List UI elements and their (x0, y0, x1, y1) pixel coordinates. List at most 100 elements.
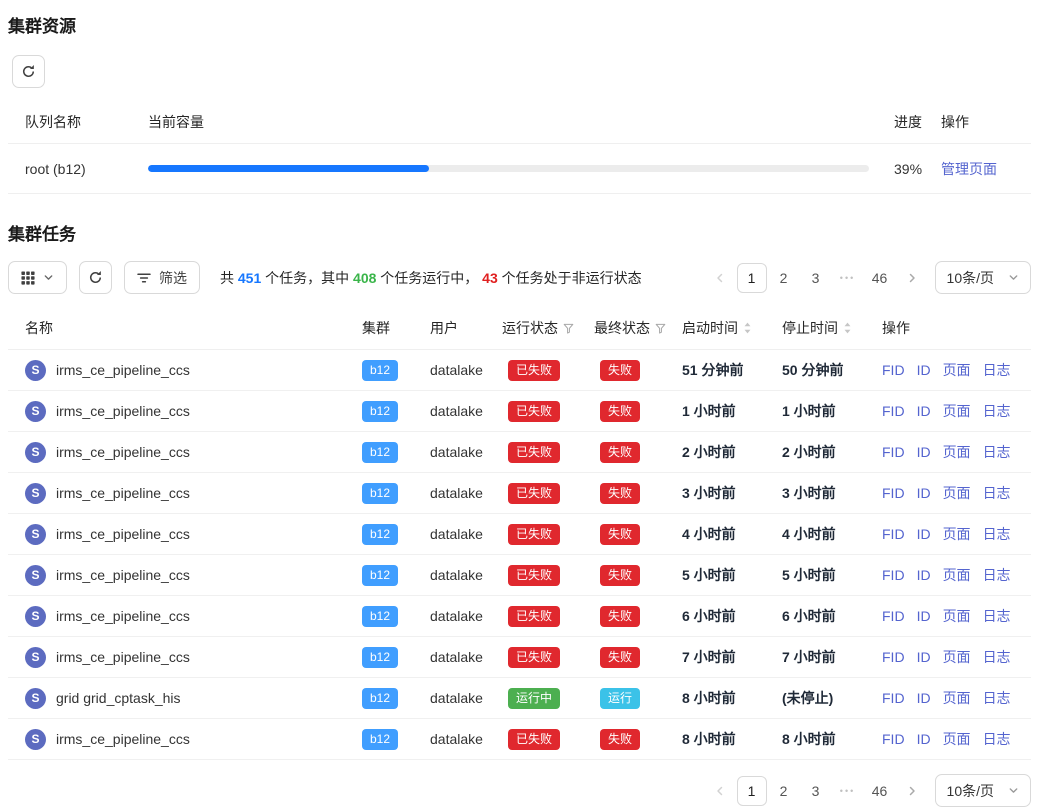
pagination-next[interactable] (897, 263, 927, 293)
task-name: irms_ce_pipeline_ccs (56, 403, 190, 419)
refresh-icon (21, 64, 36, 79)
filter-funnel-icon[interactable] (563, 323, 574, 334)
action-link-fid[interactable]: FID (882, 403, 905, 419)
action-link-log[interactable]: 日志 (983, 647, 1011, 667)
pagination-page-3[interactable]: 3 (801, 263, 831, 293)
action-link-id[interactable]: ID (917, 731, 931, 747)
action-link-fid[interactable]: FID (882, 485, 905, 501)
cluster-badge: b12 (362, 606, 398, 627)
action-link-id[interactable]: ID (917, 485, 931, 501)
page-size-select[interactable]: 10条/页 (935, 774, 1031, 807)
action-link-log[interactable]: 日志 (983, 360, 1011, 380)
action-link-fid[interactable]: FID (882, 362, 905, 378)
action-link-log[interactable]: 日志 (983, 401, 1011, 421)
stop-time: 2 小时前 (782, 442, 882, 462)
pagination-page-46[interactable]: 46 (865, 776, 895, 806)
action-link-id[interactable]: ID (917, 567, 931, 583)
action-link-log[interactable]: 日志 (983, 729, 1011, 749)
action-link-page[interactable]: 页面 (943, 688, 971, 708)
action-link-fid[interactable]: FID (882, 731, 905, 747)
capacity-progress-fill (148, 165, 429, 172)
action-link-log[interactable]: 日志 (983, 524, 1011, 544)
action-link-id[interactable]: ID (917, 649, 931, 665)
action-link-fid[interactable]: FID (882, 444, 905, 460)
action-link-page[interactable]: 页面 (943, 729, 971, 749)
action-link-page[interactable]: 页面 (943, 606, 971, 626)
row-actions: FID ID 页面日志 (882, 442, 1031, 462)
filter-funnel-icon[interactable] (655, 323, 666, 334)
stop-time: 4 小时前 (782, 524, 882, 544)
action-link-log[interactable]: 日志 (983, 565, 1011, 585)
cluster-badge: b12 (362, 401, 398, 422)
action-link-id[interactable]: ID (917, 362, 931, 378)
pagination-prev[interactable] (705, 776, 735, 806)
summary-text: 个任务，其中 (261, 270, 353, 286)
action-link-page[interactable]: 页面 (943, 483, 971, 503)
cluster-cell: b12 (362, 647, 430, 668)
cluster-cell: b12 (362, 606, 430, 627)
pagination-page-1[interactable]: 1 (737, 776, 767, 806)
pagination-bottom-row: 123•••46 10条/页 (8, 774, 1031, 807)
final-status-cell: 失败 (594, 442, 682, 463)
pagination-prev[interactable] (705, 263, 735, 293)
run-status-badge: 已失败 (508, 360, 560, 381)
cluster-cell: b12 (362, 442, 430, 463)
pagination-ellipsis[interactable]: ••• (833, 263, 863, 293)
sort-icon[interactable] (743, 321, 752, 335)
run-status-cell: 已失败 (502, 565, 594, 586)
action-link-id[interactable]: ID (917, 608, 931, 624)
action-link-fid[interactable]: FID (882, 608, 905, 624)
run-status-cell: 已失败 (502, 524, 594, 545)
action-link-id[interactable]: ID (917, 403, 931, 419)
action-link-log[interactable]: 日志 (983, 442, 1011, 462)
action-link-page[interactable]: 页面 (943, 647, 971, 667)
pagination-next[interactable] (897, 776, 927, 806)
pagination-page-2[interactable]: 2 (769, 776, 799, 806)
user-cell: datalake (430, 731, 502, 747)
tasks-refresh-button[interactable] (79, 261, 112, 294)
action-link-fid[interactable]: FID (882, 526, 905, 542)
start-time: 8 小时前 (682, 688, 782, 708)
action-link-page[interactable]: 页面 (943, 442, 971, 462)
action-link-log[interactable]: 日志 (983, 606, 1011, 626)
resources-table: 队列名称 当前容量 进度 操作 root (b12) 39% 管理页面 (8, 104, 1031, 194)
action-link-fid[interactable]: FID (882, 649, 905, 665)
sort-icon[interactable] (843, 321, 852, 335)
action-link-page[interactable]: 页面 (943, 360, 971, 380)
final-status-badge: 运行 (600, 688, 640, 709)
run-status-badge: 已失败 (508, 565, 560, 586)
action-link-fid[interactable]: FID (882, 567, 905, 583)
pagination-page-46[interactable]: 46 (865, 263, 895, 293)
action-link-id[interactable]: ID (917, 690, 931, 706)
action-link-page[interactable]: 页面 (943, 565, 971, 585)
final-status-badge: 失败 (600, 360, 640, 381)
filter-button[interactable]: 筛选 (124, 261, 200, 294)
action-link-id[interactable]: ID (917, 526, 931, 542)
pagination-page-3[interactable]: 3 (801, 776, 831, 806)
page-size-select[interactable]: 10条/页 (935, 261, 1031, 294)
manage-page-link[interactable]: 管理页面 (941, 161, 997, 177)
pagination-page-2[interactable]: 2 (769, 263, 799, 293)
pagination-ellipsis[interactable]: ••• (833, 776, 863, 806)
action-link-id[interactable]: ID (917, 444, 931, 460)
action-link-log[interactable]: 日志 (983, 483, 1011, 503)
action-link-page[interactable]: 页面 (943, 401, 971, 421)
task-name: grid grid_cptask_his (56, 690, 181, 706)
header-final-status-label: 最终状态 (594, 318, 650, 338)
resources-refresh-button[interactable] (12, 55, 45, 88)
avatar: S (25, 483, 46, 504)
task-name: irms_ce_pipeline_ccs (56, 567, 190, 583)
final-status-cell: 失败 (594, 565, 682, 586)
cluster-badge: b12 (362, 442, 398, 463)
pagination-page-1[interactable]: 1 (737, 263, 767, 293)
action-link-log[interactable]: 日志 (983, 688, 1011, 708)
action-link-page[interactable]: 页面 (943, 524, 971, 544)
summary-text: 个任务处于非运行状态 (498, 270, 642, 286)
layout-dropdown-button[interactable] (8, 261, 67, 294)
action-link-fid[interactable]: FID (882, 690, 905, 706)
task-row: S grid grid_cptask_his b12 datalake 运行中 … (8, 678, 1031, 719)
user-cell: datalake (430, 567, 502, 583)
user-cell: datalake (430, 444, 502, 460)
run-status-cell: 已失败 (502, 729, 594, 750)
row-actions: FID ID 页面日志 (882, 647, 1031, 667)
